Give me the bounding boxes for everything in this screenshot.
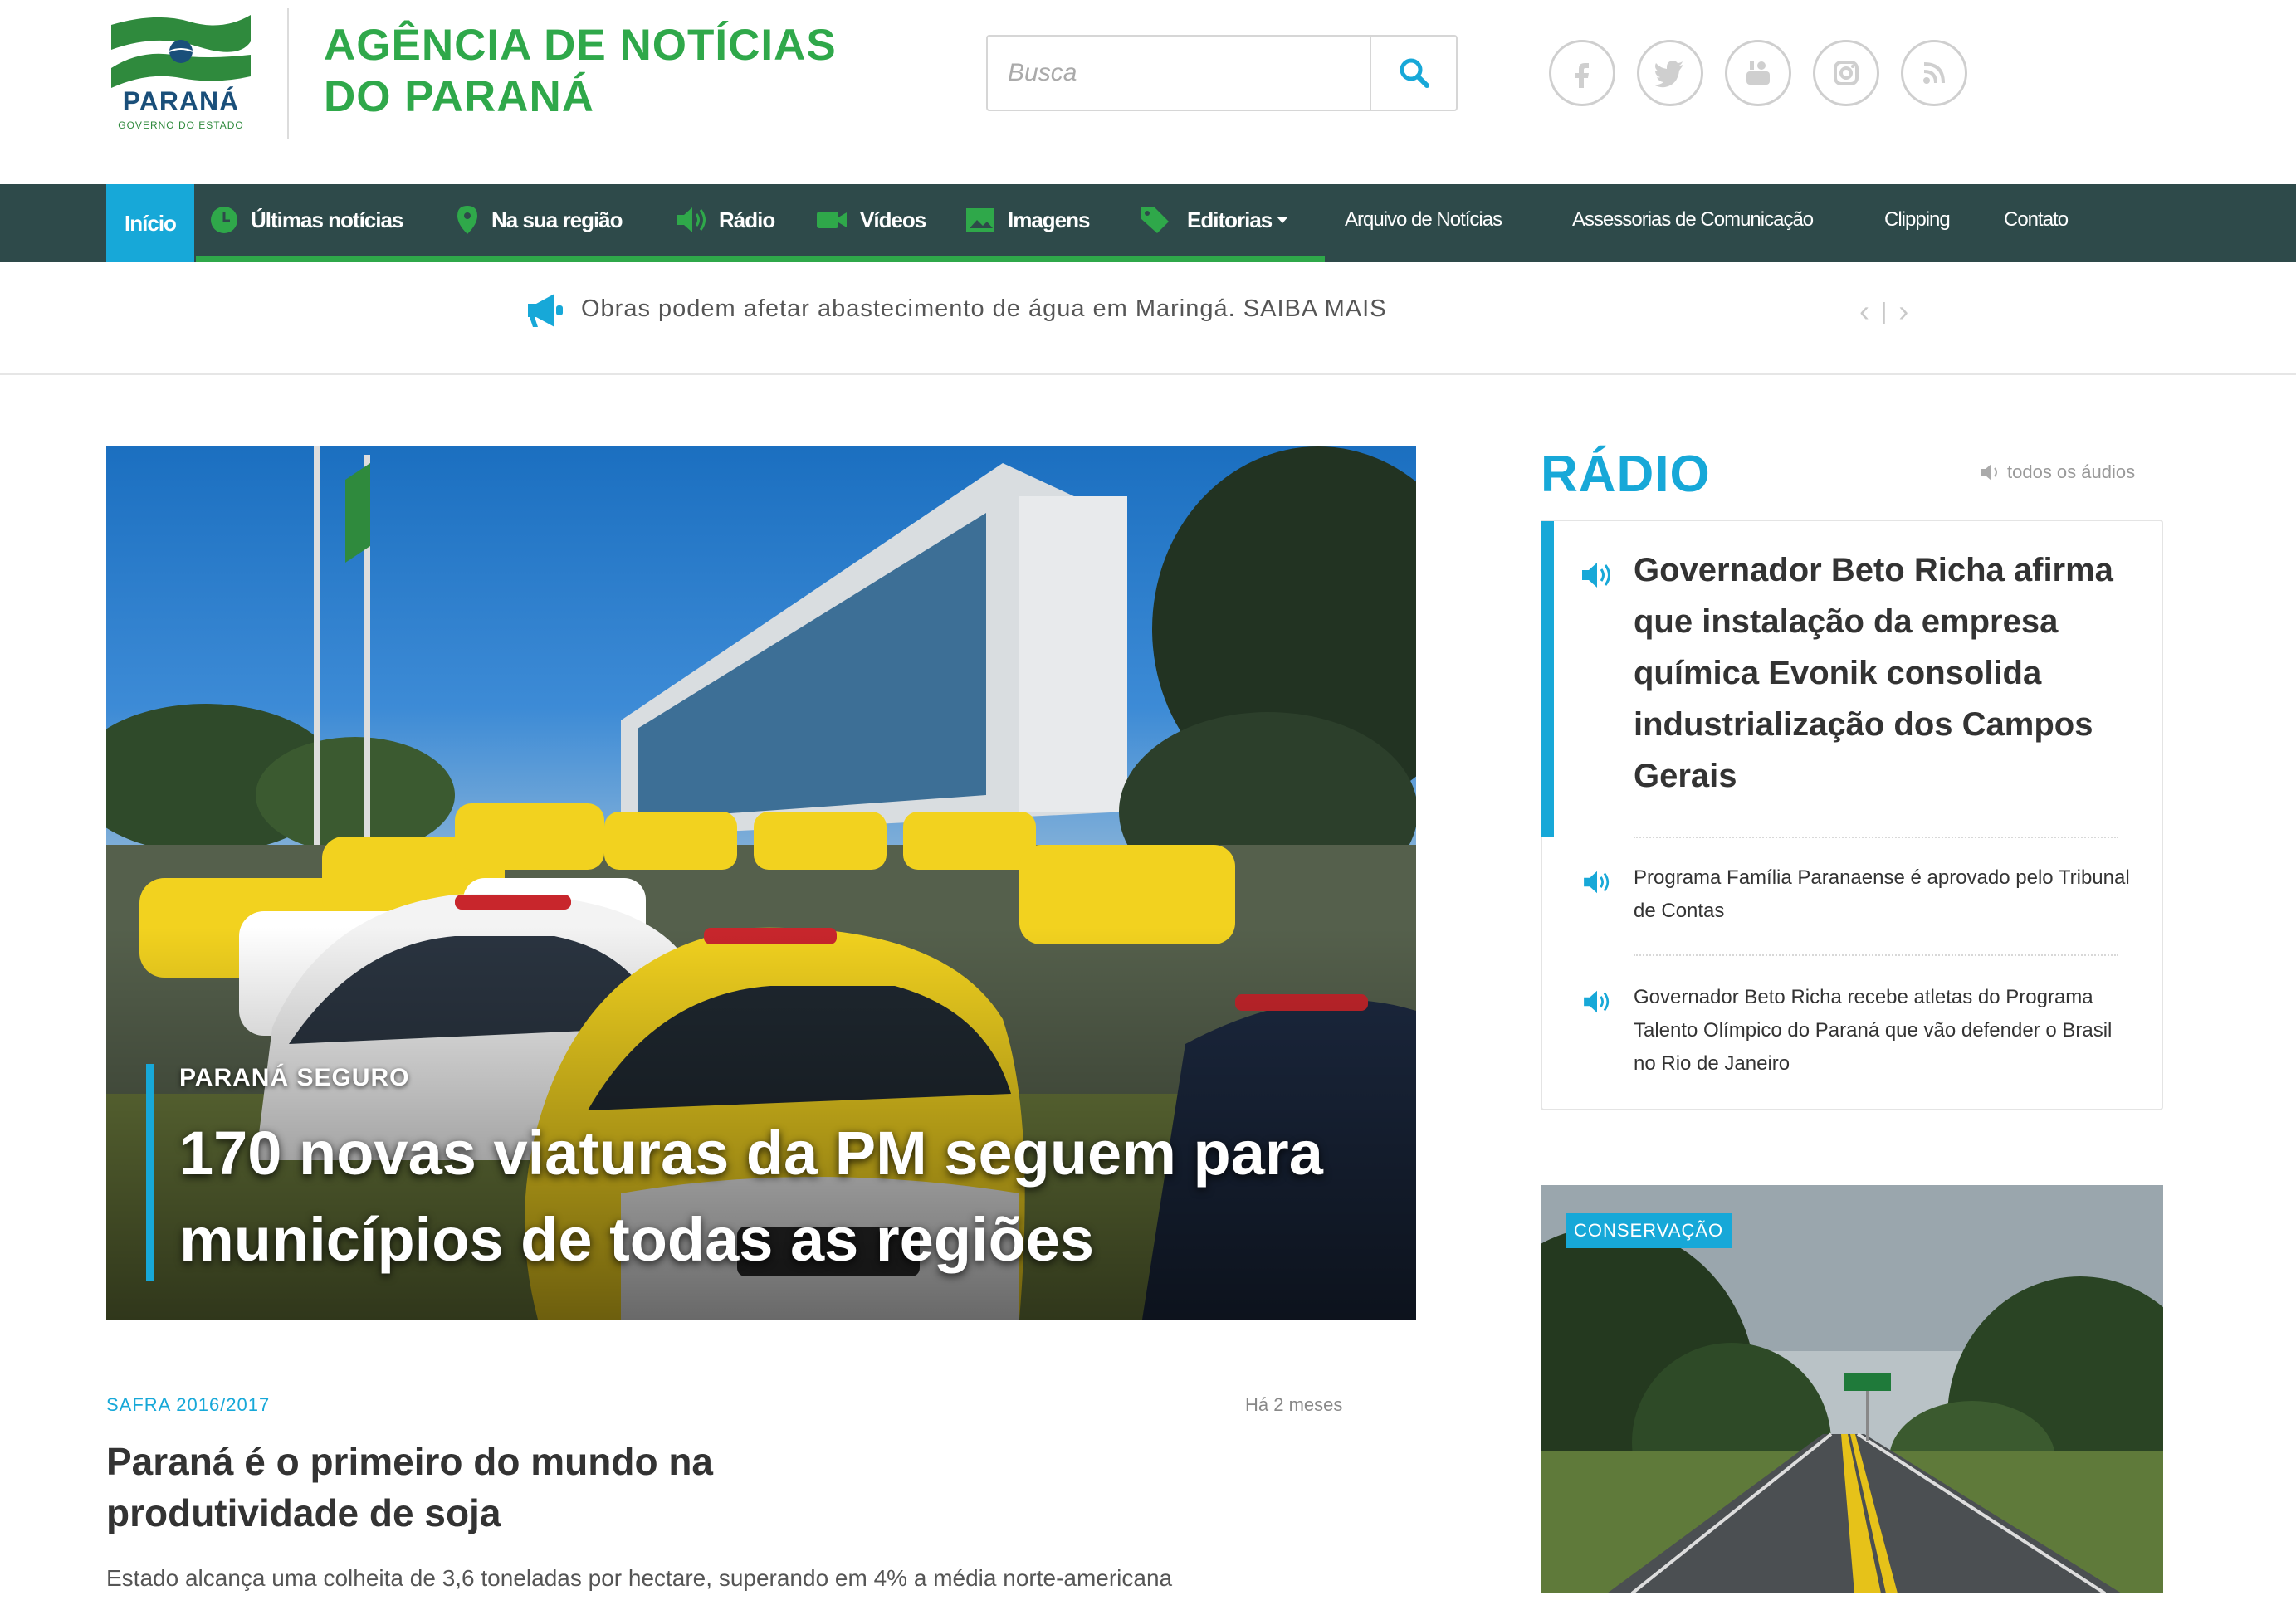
youtube-link[interactable] — [1725, 40, 1791, 106]
nav-label: Rádio — [719, 207, 775, 232]
site-title-line1: AGÊNCIA DE NOTÍCIAS — [324, 21, 837, 70]
nav-item-ultimas-noticias[interactable]: Últimas notícias — [209, 184, 403, 256]
nav-item-imagens[interactable]: Imagens — [965, 184, 1090, 256]
nav-item-arquivo[interactable]: Arquivo de Notícias — [1345, 184, 1502, 256]
rss-link[interactable] — [1901, 40, 1967, 106]
nav-item-inicio[interactable]: Início — [106, 184, 194, 262]
social-links — [1549, 40, 1967, 106]
search-input[interactable] — [988, 37, 1370, 110]
nav-label: Editorias — [1187, 207, 1273, 232]
site-header: PARANÁ GOVERNO DO ESTADO AGÊNCIA DE NOTÍ… — [0, 0, 2296, 184]
article-category[interactable]: SAFRA 2016/2017 — [106, 1394, 270, 1416]
radio-separator — [1634, 954, 2118, 956]
search-icon — [1400, 58, 1429, 88]
instagram-link[interactable] — [1813, 40, 1879, 106]
twitter-link[interactable] — [1637, 40, 1703, 106]
nav-green-underline — [196, 256, 1325, 262]
radio-item-2[interactable]: Programa Família Paranaense é aprovado p… — [1634, 861, 2132, 928]
logo-subtitle: GOVERNO DO ESTADO — [118, 120, 244, 131]
radio-separator — [1634, 837, 2118, 838]
ticker-next-button[interactable]: › — [1898, 294, 1908, 329]
map-pin-icon — [457, 206, 477, 234]
article-title[interactable]: Paraná é o primeiro do mundo na produtiv… — [106, 1436, 853, 1539]
nav-item-contato[interactable]: Contato — [2004, 184, 2069, 256]
speaker-icon — [1981, 464, 1997, 481]
radio-accent-bar — [1541, 521, 1554, 837]
search-button[interactable] — [1370, 37, 1458, 110]
radio-heading[interactable]: RÁDIO — [1541, 445, 1711, 504]
audio-icon — [1584, 990, 1610, 1013]
nav-item-videos[interactable]: Vídeos — [815, 184, 926, 256]
logo-text: PARANÁ — [122, 86, 240, 116]
caret-down-icon — [1277, 217, 1289, 223]
hero-article[interactable]: PARANÁ SEGURO 170 novas viaturas da PM s… — [106, 446, 1416, 1320]
facebook-icon — [1575, 63, 1589, 88]
all-audios-link[interactable]: todos os áudios — [1981, 461, 2135, 483]
site-title-line2: DO PARANÁ — [324, 72, 595, 121]
side-article-conservacao[interactable]: CONSERVAÇÃO — [1541, 1185, 2163, 1593]
side-article-tag[interactable]: CONSERVAÇÃO — [1566, 1213, 1732, 1248]
facebook-link[interactable] — [1549, 40, 1615, 106]
ticker-prev-button[interactable]: ‹ — [1859, 294, 1869, 329]
article-timestamp: Há 2 meses — [1245, 1394, 1343, 1415]
twitter-icon — [1654, 61, 1683, 88]
article-description: Estado alcança uma colheita de 3,6 tonel… — [106, 1565, 1173, 1591]
ticker-controls: ‹ | › — [1859, 294, 1908, 329]
all-audios-label: todos os áudios — [2007, 461, 2136, 482]
clock-icon — [211, 207, 237, 233]
ticker-separator: | — [1881, 298, 1888, 324]
hero-title[interactable]: 170 novas viaturas da PM seguem para mun… — [179, 1110, 1391, 1283]
rss-icon — [1923, 62, 1945, 84]
nav-item-na-sua-regiao[interactable]: Na sua região — [455, 184, 623, 256]
nav-label: Imagens — [1008, 207, 1090, 232]
youtube-icon — [1746, 61, 1770, 85]
nav-label: Últimas notícias — [251, 207, 403, 232]
speaker-icon — [677, 207, 706, 232]
nav-label: Vídeos — [860, 207, 926, 232]
tags-icon — [1141, 207, 1169, 233]
video-camera-icon — [817, 212, 847, 228]
nav-label: Na sua região — [491, 207, 623, 232]
audio-icon — [1582, 563, 1610, 588]
instagram-icon — [1834, 61, 1859, 85]
audio-icon — [1584, 871, 1610, 894]
nav-item-editorias[interactable]: Editorias — [1139, 184, 1290, 256]
radio-item-1[interactable]: Governador Beto Richa afirma que instala… — [1634, 544, 2132, 802]
nav-item-clipping[interactable]: Clipping — [1884, 184, 1951, 256]
news-ticker: Obras podem afetar abastecimento de água… — [0, 262, 2296, 375]
radio-item-3[interactable]: Governador Beto Richa recebe atletas do … — [1634, 981, 2132, 1081]
site-title[interactable]: AGÊNCIA DE NOTÍCIAS DO PARANÁ — [324, 20, 837, 123]
search-box — [986, 35, 1458, 111]
logo-divider — [287, 8, 289, 139]
megaphone-icon — [528, 294, 563, 327]
nav-item-radio[interactable]: Rádio — [676, 184, 775, 256]
hero-category[interactable]: PARANÁ SEGURO — [179, 1064, 409, 1092]
image-icon — [966, 208, 994, 232]
hero-accent-bar — [146, 1064, 154, 1281]
nav-item-assessorias[interactable]: Assessorias de Comunicação — [1572, 184, 1814, 256]
ticker-headline-link[interactable]: Obras podem afetar abastecimento de água… — [581, 295, 1387, 323]
